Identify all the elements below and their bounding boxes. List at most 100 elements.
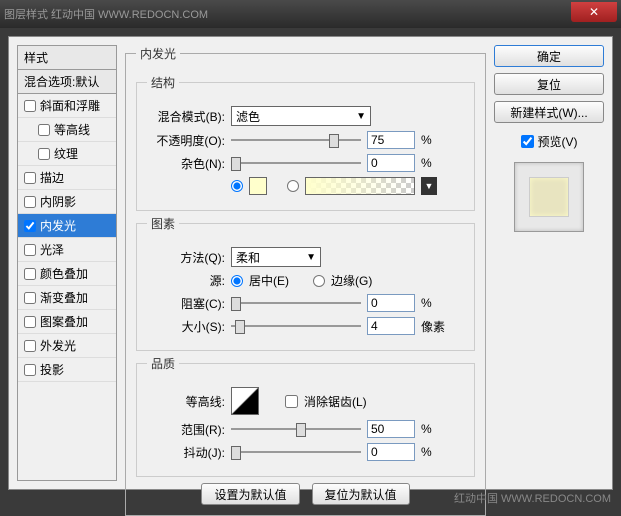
style-checkbox[interactable] [24,220,36,232]
style-item-0[interactable]: 斜面和浮雕 [18,94,116,118]
gradient-picker[interactable] [305,177,415,195]
preview-swatch [529,177,569,217]
source-center-label: 居中(E) [249,272,289,289]
opacity-input[interactable] [367,131,415,149]
source-center-radio[interactable] [231,275,243,287]
style-label: 斜面和浮雕 [40,97,100,114]
close-icon: ✕ [589,5,599,19]
style-checkbox[interactable] [24,340,36,352]
style-checkbox[interactable] [24,196,36,208]
opacity-unit: % [421,133,451,147]
range-label: 范围(R): [147,421,225,438]
style-checkbox[interactable] [24,244,36,256]
style-item-7[interactable]: 颜色叠加 [18,262,116,286]
preview-checkbox[interactable] [521,135,534,148]
size-label: 大小(S): [147,318,225,335]
style-item-4[interactable]: 内阴影 [18,190,116,214]
style-item-8[interactable]: 渐变叠加 [18,286,116,310]
gradient-radio[interactable] [287,180,299,192]
style-checkbox[interactable] [24,100,36,112]
panel-title: 内发光 [136,45,180,62]
structure-legend: 结构 [147,74,179,91]
style-label: 内阴影 [40,193,76,210]
style-checkbox[interactable] [24,292,36,304]
style-checkbox[interactable] [24,172,36,184]
style-checkbox[interactable] [24,364,36,376]
style-checkbox[interactable] [38,148,50,160]
style-label: 外发光 [40,337,76,354]
noise-label: 杂色(N): [147,155,225,172]
color-radio[interactable] [231,180,243,192]
noise-unit: % [421,156,451,170]
blend-mode-select[interactable]: 滤色▼ [231,106,371,126]
dialog-body: 样式 混合选项:默认 斜面和浮雕等高线纹理描边内阴影内发光光泽颜色叠加渐变叠加图… [8,36,613,490]
quality-legend: 品质 [147,355,179,372]
chevron-down-icon: ▼ [306,252,316,263]
style-item-11[interactable]: 投影 [18,358,116,382]
style-label: 内发光 [40,217,76,234]
opacity-label: 不透明度(O): [147,132,225,149]
cancel-button[interactable]: 复位 [494,73,604,95]
range-slider[interactable] [231,421,361,437]
choke-slider[interactable] [231,295,361,311]
style-item-3[interactable]: 描边 [18,166,116,190]
jitter-slider[interactable] [231,444,361,460]
preview-box [514,162,584,232]
contour-picker[interactable] [231,387,259,415]
size-unit: 像素 [421,318,451,335]
noise-slider[interactable] [231,155,361,171]
style-item-9[interactable]: 图案叠加 [18,310,116,334]
style-label: 纹理 [54,145,78,162]
style-checkbox[interactable] [24,316,36,328]
elements-group: 图素 方法(Q): 柔和▼ 源: 居中(E) 边缘(G) 阻塞(C): % 大小… [136,215,475,351]
style-label: 光泽 [40,241,64,258]
preview-label: 预览(V) [538,133,578,150]
style-label: 等高线 [54,121,90,138]
style-label: 颜色叠加 [40,265,88,282]
style-item-6[interactable]: 光泽 [18,238,116,262]
source-edge-label: 边缘(G) [331,272,372,289]
style-label: 投影 [40,361,64,378]
elements-legend: 图素 [147,215,179,232]
gradient-dropdown-icon[interactable]: ▼ [421,177,437,195]
blend-mode-label: 混合模式(B): [147,108,225,125]
style-label: 图案叠加 [40,313,88,330]
footer-watermark: 红动中国 WWW.REDOCN.COM [454,490,611,506]
source-edge-radio[interactable] [313,275,325,287]
titlebar: 图层样式 红动中国 WWW.REDOCN.COM ✕ [0,0,621,28]
ok-button[interactable]: 确定 [494,45,604,67]
styles-header[interactable]: 样式 [18,46,116,70]
opacity-slider[interactable] [231,132,361,148]
chevron-down-icon: ▼ [356,111,366,122]
noise-input[interactable] [367,154,415,172]
new-style-button[interactable]: 新建样式(W)... [494,101,604,123]
antialias-checkbox[interactable] [285,395,298,408]
choke-label: 阻塞(C): [147,295,225,312]
structure-group: 结构 混合模式(B): 滤色▼ 不透明度(O): % 杂色(N): % ▼ [136,74,475,211]
style-checkbox[interactable] [38,124,50,136]
reset-default-button[interactable]: 复位为默认值 [312,483,410,505]
titlebar-text: 图层样式 红动中国 WWW.REDOCN.COM [4,6,571,22]
color-swatch[interactable] [249,177,267,195]
close-button[interactable]: ✕ [571,2,617,22]
choke-input[interactable] [367,294,415,312]
jitter-label: 抖动(J): [147,444,225,461]
style-label: 描边 [40,169,64,186]
styles-list: 样式 混合选项:默认 斜面和浮雕等高线纹理描边内阴影内发光光泽颜色叠加渐变叠加图… [17,45,117,481]
style-item-5[interactable]: 内发光 [18,214,116,238]
make-default-button[interactable]: 设置为默认值 [201,483,299,505]
size-slider[interactable] [231,318,361,334]
inner-glow-fieldset: 内发光 结构 混合模式(B): 滤色▼ 不透明度(O): % 杂色(N): % … [125,45,486,516]
size-input[interactable] [367,317,415,335]
style-item-1[interactable]: 等高线 [18,118,116,142]
range-input[interactable] [367,420,415,438]
technique-select[interactable]: 柔和▼ [231,247,321,267]
style-checkbox[interactable] [24,268,36,280]
jitter-input[interactable] [367,443,415,461]
blend-options[interactable]: 混合选项:默认 [18,70,116,94]
antialias-label: 消除锯齿(L) [304,393,367,410]
style-item-2[interactable]: 纹理 [18,142,116,166]
style-item-10[interactable]: 外发光 [18,334,116,358]
jitter-unit: % [421,445,451,459]
style-label: 渐变叠加 [40,289,88,306]
